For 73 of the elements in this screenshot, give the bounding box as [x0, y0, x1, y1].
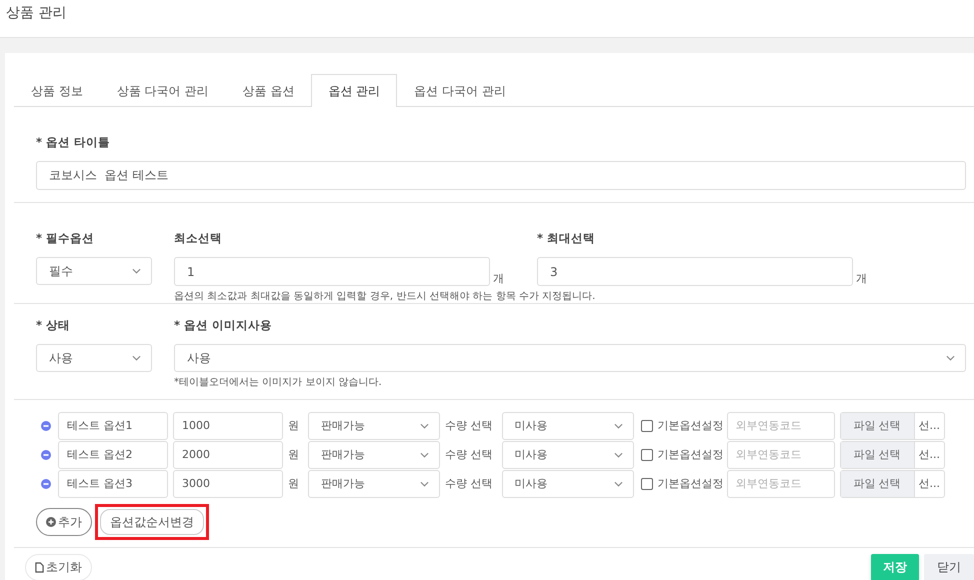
chevron-down-icon	[132, 268, 141, 274]
remove-icon[interactable]	[41, 478, 51, 488]
file-select-button[interactable]: 파일 선택	[840, 412, 914, 438]
field-label: * 옵션 타이틀	[36, 135, 112, 150]
field-label: * 최대선택	[537, 231, 596, 246]
price-field[interactable]: 1000	[173, 412, 283, 440]
tab[interactable]: 상품 다국어 관리	[100, 74, 226, 107]
dropdown[interactable]: 필수	[36, 257, 152, 285]
option-name-field[interactable]: 테스트 옵션3	[58, 470, 168, 498]
code-field[interactable]: 외부연동코드	[726, 470, 834, 498]
field-label: 수량 선택	[445, 418, 492, 433]
close-button[interactable]: 닫기	[924, 554, 974, 580]
dropdown[interactable]: 판매가능	[308, 440, 440, 468]
add-button[interactable]: 추가	[36, 508, 92, 536]
chevron-down-icon	[420, 422, 429, 428]
dropdown[interactable]: 미사용	[502, 440, 634, 468]
dropdown[interactable]: 미사용	[502, 470, 634, 498]
tab[interactable]: 상품 옵션	[225, 74, 312, 107]
checkbox-label: 기본옵션설정	[658, 418, 724, 433]
field-label: 수량 선택	[445, 447, 492, 462]
field-label: * 옵션 이미지사용	[174, 318, 274, 333]
unit-label: 개	[493, 271, 504, 286]
chevron-down-icon	[946, 355, 955, 361]
currency-label: 원	[288, 476, 299, 491]
dropdown[interactable]: 사용	[36, 344, 152, 372]
reset-button[interactable]: 초기화	[25, 554, 92, 580]
unit-label: 개	[856, 271, 867, 286]
file-select-button[interactable]: 파일 선택	[840, 470, 914, 496]
field-label: * 상태	[36, 318, 72, 333]
file-select-button[interactable]: 파일 선택	[840, 442, 914, 468]
file-name: 선...	[918, 447, 941, 463]
checkbox[interactable]	[640, 420, 652, 432]
document-icon	[35, 562, 44, 573]
chevron-down-icon	[614, 452, 622, 458]
dropdown[interactable]: 판매가능	[308, 412, 440, 440]
field-label: 최소선택	[174, 231, 223, 246]
dropdown[interactable]: 판매가능	[308, 470, 440, 498]
option-name-field[interactable]: 테스트 옵션1	[58, 412, 168, 440]
tab[interactable]: 옵션 관리	[311, 74, 398, 107]
reorder-button[interactable]: 옵션값순서변경	[100, 509, 204, 535]
checkbox-label: 기본옵션설정	[658, 476, 724, 491]
field-label: 수량 선택	[445, 476, 492, 491]
currency-label: 원	[288, 447, 299, 462]
chevron-down-icon	[614, 422, 622, 428]
help-text: 옵션의 최소값과 최대값을 동일하게 입력할 경우, 반드시 선택해야 하는 항목 수가 지정됩니다.	[174, 290, 596, 303]
help-text: *테이블오더에서는 이미지가 보이지 않습니다.	[174, 376, 383, 389]
option-name-field[interactable]: 테스트 옵션2	[58, 440, 168, 468]
code-field[interactable]: 외부연동코드	[726, 412, 834, 440]
chevron-down-icon	[420, 480, 429, 486]
input-field[interactable]: 코보시스 옵션 테스트	[36, 161, 966, 190]
input-field[interactable]: 3	[537, 257, 853, 286]
file-name: 선...	[918, 418, 941, 434]
plus-icon	[46, 517, 56, 527]
chevron-down-icon	[420, 452, 429, 458]
field-label: * 필수옵션	[36, 231, 96, 246]
price-field[interactable]: 3000	[173, 470, 283, 498]
chevron-down-icon	[614, 480, 622, 486]
remove-icon[interactable]	[41, 450, 51, 460]
dropdown[interactable]: 미사용	[502, 412, 634, 440]
tab[interactable]: 상품 정보	[14, 74, 100, 107]
chevron-down-icon	[132, 355, 141, 361]
checkbox-label: 기본옵션설정	[658, 447, 724, 462]
code-field[interactable]: 외부연동코드	[726, 440, 834, 468]
tab[interactable]: 옵션 다국어 관리	[397, 74, 523, 107]
checkbox[interactable]	[640, 448, 652, 460]
page-title: 상품 관리	[6, 4, 66, 22]
checkbox[interactable]	[640, 478, 652, 490]
remove-icon[interactable]	[41, 420, 51, 430]
dropdown[interactable]: 사용	[174, 344, 966, 372]
file-name: 선...	[918, 476, 941, 492]
input-field[interactable]: 1	[174, 257, 490, 286]
currency-label: 원	[288, 418, 299, 433]
price-field[interactable]: 2000	[173, 440, 283, 468]
